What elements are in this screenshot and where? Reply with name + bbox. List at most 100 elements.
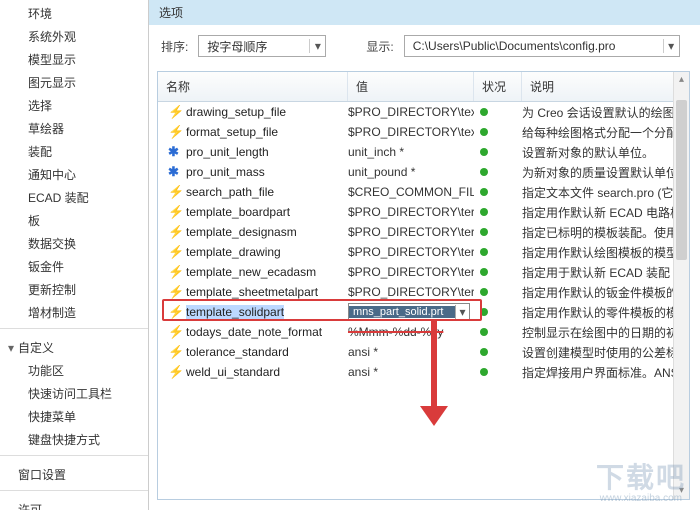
sidebar-item[interactable]: 模型显示 <box>0 48 148 71</box>
option-name: template_designasm <box>186 225 297 239</box>
option-desc: 指定用作默认绘图模板的模型 <box>522 244 689 261</box>
sidebar-item[interactable]: 快捷菜单 <box>0 405 148 428</box>
option-desc: 指定已标明的模板装配。使用 <box>522 224 689 241</box>
table-row[interactable]: ✱pro_unit_lengthunit_inch *设置新对象的默认单位。 <box>158 142 689 162</box>
sidebar-cat-customize[interactable]: ▾自定义 <box>0 333 148 359</box>
scroll-up-icon[interactable]: ▴ <box>674 72 689 88</box>
bolt-icon: ⚡ <box>168 266 180 278</box>
table-row[interactable]: ⚡weld_ui_standardansi *指定焊接用户界面标准。ANS <box>158 362 689 382</box>
table-row[interactable]: ⚡template_sheetmetalpart$PRO_DIRECTORY\t… <box>158 282 689 302</box>
table-row[interactable]: ⚡template_new_ecadasm$PRO_DIRECTORY\ter指… <box>158 262 689 282</box>
config-grid: 名称 值 状况 说明 ⚡drawing_setup_file$PRO_DIREC… <box>157 71 690 500</box>
option-name: template_boardpart <box>186 205 290 219</box>
option-desc: 给每种绘图格式分配一个分配 <box>522 124 689 141</box>
col-status[interactable]: 状况 <box>474 72 522 101</box>
status-dot-icon <box>480 168 488 176</box>
option-desc: 控制显示在绘图中的日期的初 <box>522 324 689 341</box>
status-dot-icon <box>480 368 488 376</box>
option-name: todays_date_note_format <box>186 325 322 339</box>
table-row[interactable]: ✱pro_unit_massunit_pound *为新对象的质量设置默认单位 <box>158 162 689 182</box>
table-row[interactable]: ⚡template_boardpart$PRO_DIRECTORY\ter指定用… <box>158 202 689 222</box>
sidebar-cat-license[interactable]: 许可 <box>0 495 148 510</box>
content-panel: 选项 排序: 按字母顺序 ▾ 显示: C:\Users\Public\Docum… <box>148 0 700 510</box>
status-dot-icon <box>480 228 488 236</box>
option-name: template_new_ecadasm <box>186 265 316 279</box>
table-row[interactable]: ⚡ template_designasm $PRO_DIRECTORY\ter 指定已… <box>158 222 689 242</box>
sidebar-item[interactable]: ECAD 装配 <box>0 186 148 209</box>
option-desc: 指定用作默认的钣金件模板的 <box>522 284 689 301</box>
option-desc: 为 Creo 会话设置默认的绘图 <box>522 104 689 121</box>
option-value: ansi * <box>348 365 474 379</box>
status-dot-icon <box>480 348 488 356</box>
option-name: template_solidpart <box>186 305 284 319</box>
option-value: $PRO_DIRECTORY\ter <box>348 225 474 239</box>
sidebar-item[interactable]: 板 <box>0 209 148 232</box>
sidebar-item[interactable]: 增材制造 <box>0 301 148 324</box>
option-value: $PRO_DIRECTORY\ter <box>348 205 474 219</box>
option-desc: 指定用作默认的零件模板的模 <box>522 304 689 321</box>
sidebar-item[interactable]: 选择 <box>0 94 148 117</box>
status-dot-icon <box>480 208 488 216</box>
status-dot-icon <box>480 308 488 316</box>
sidebar-item[interactable]: 通知中心 <box>0 163 148 186</box>
sidebar-item[interactable]: 快速访问工具栏 <box>0 382 148 405</box>
vertical-scrollbar[interactable]: ▴ ▾ <box>673 72 689 499</box>
option-desc: 指定文本文件 search.pro (它 <box>522 184 689 201</box>
status-dot-icon <box>480 108 488 116</box>
chevron-down-icon[interactable]: ▾ <box>309 39 325 53</box>
table-row[interactable]: ⚡template_drawing$PRO_DIRECTORY\ter指定用作默… <box>158 242 689 262</box>
col-name[interactable]: 名称 <box>158 72 348 101</box>
panel-title: 选项 <box>149 0 700 25</box>
status-dot-icon <box>480 148 488 156</box>
col-desc[interactable]: 说明 <box>522 72 689 101</box>
table-row[interactable]: ⚡tolerance_standardansi *设置创建模型时使用的公差标 <box>158 342 689 362</box>
sidebar-item[interactable]: 草绘器 <box>0 117 148 140</box>
value-input[interactable]: mns_part_solid.prt <box>349 306 455 318</box>
show-combo[interactable]: C:\Users\Public\Documents\config.pro ▾ <box>404 35 680 57</box>
status-dot-icon <box>480 268 488 276</box>
sidebar-item[interactable]: 图元显示 <box>0 71 148 94</box>
sidebar-item[interactable]: 功能区 <box>0 359 148 382</box>
sidebar-item[interactable]: 数据交换 <box>0 232 148 255</box>
sidebar-item[interactable]: 更新控制 <box>0 278 148 301</box>
col-value[interactable]: 值 <box>348 72 474 101</box>
status-dot-icon <box>480 188 488 196</box>
table-row[interactable]: ⚡ todays_date_note_format %Mmm-%dd-%yy 控制显示… <box>158 322 689 342</box>
sidebar: 环境系统外观模型显示图元显示选择草绘器装配通知中心ECAD 装配板数据交换钣金件… <box>0 0 148 510</box>
sidebar-item[interactable]: 系统外观 <box>0 25 148 48</box>
bolt-icon: ⚡ <box>168 346 180 358</box>
option-name: tolerance_standard <box>186 345 289 359</box>
bolt-icon: ⚡ <box>168 286 180 298</box>
option-name: pro_unit_length <box>186 145 269 159</box>
sort-combo[interactable]: 按字母顺序 ▾ <box>198 35 326 57</box>
option-name: search_path_file <box>186 185 274 199</box>
value-editor[interactable]: mns_part_solid.prt▾ <box>348 303 470 321</box>
option-value: unit_pound * <box>348 165 474 179</box>
sort-label: 排序: <box>161 38 188 55</box>
sidebar-item[interactable]: 钣金件 <box>0 255 148 278</box>
option-name: format_setup_file <box>186 125 278 139</box>
table-row[interactable]: ⚡format_setup_file$PRO_DIRECTORY\tex给每种绘… <box>158 122 689 142</box>
bolt-icon: ⚡ <box>168 246 180 258</box>
sidebar-item[interactable]: 装配 <box>0 140 148 163</box>
scroll-thumb[interactable] <box>676 100 687 260</box>
option-value: %Mmm-%dd-%yy <box>348 325 474 339</box>
scroll-down-icon[interactable]: ▾ <box>674 483 689 499</box>
sidebar-cat-window[interactable]: 窗口设置 <box>0 460 148 486</box>
option-value: unit_inch * <box>348 145 474 159</box>
sidebar-item[interactable]: 键盘快捷方式 <box>0 428 148 451</box>
option-value: $PRO_DIRECTORY\ter <box>348 265 474 279</box>
table-row[interactable]: ⚡template_solidpartmns_part_solid.prt▾指定… <box>158 302 689 322</box>
status-dot-icon <box>480 288 488 296</box>
bolt-icon: ⚡ <box>168 206 180 218</box>
option-name: weld_ui_standard <box>186 365 280 379</box>
table-row[interactable]: ⚡search_path_file$CREO_COMMON_FIL指定文本文件 … <box>158 182 689 202</box>
bolt-icon: ⚡ <box>168 126 180 138</box>
option-value: $PRO_DIRECTORY\tex <box>348 105 474 119</box>
sidebar-item[interactable]: 环境 <box>0 2 148 25</box>
bolt-icon: ⚡ <box>168 226 180 238</box>
bolt-icon: ⚡ <box>168 326 180 338</box>
chevron-down-icon[interactable]: ▾ <box>455 305 469 319</box>
chevron-down-icon[interactable]: ▾ <box>663 39 679 53</box>
table-row[interactable]: ⚡drawing_setup_file$PRO_DIRECTORY\tex为 C… <box>158 102 689 122</box>
